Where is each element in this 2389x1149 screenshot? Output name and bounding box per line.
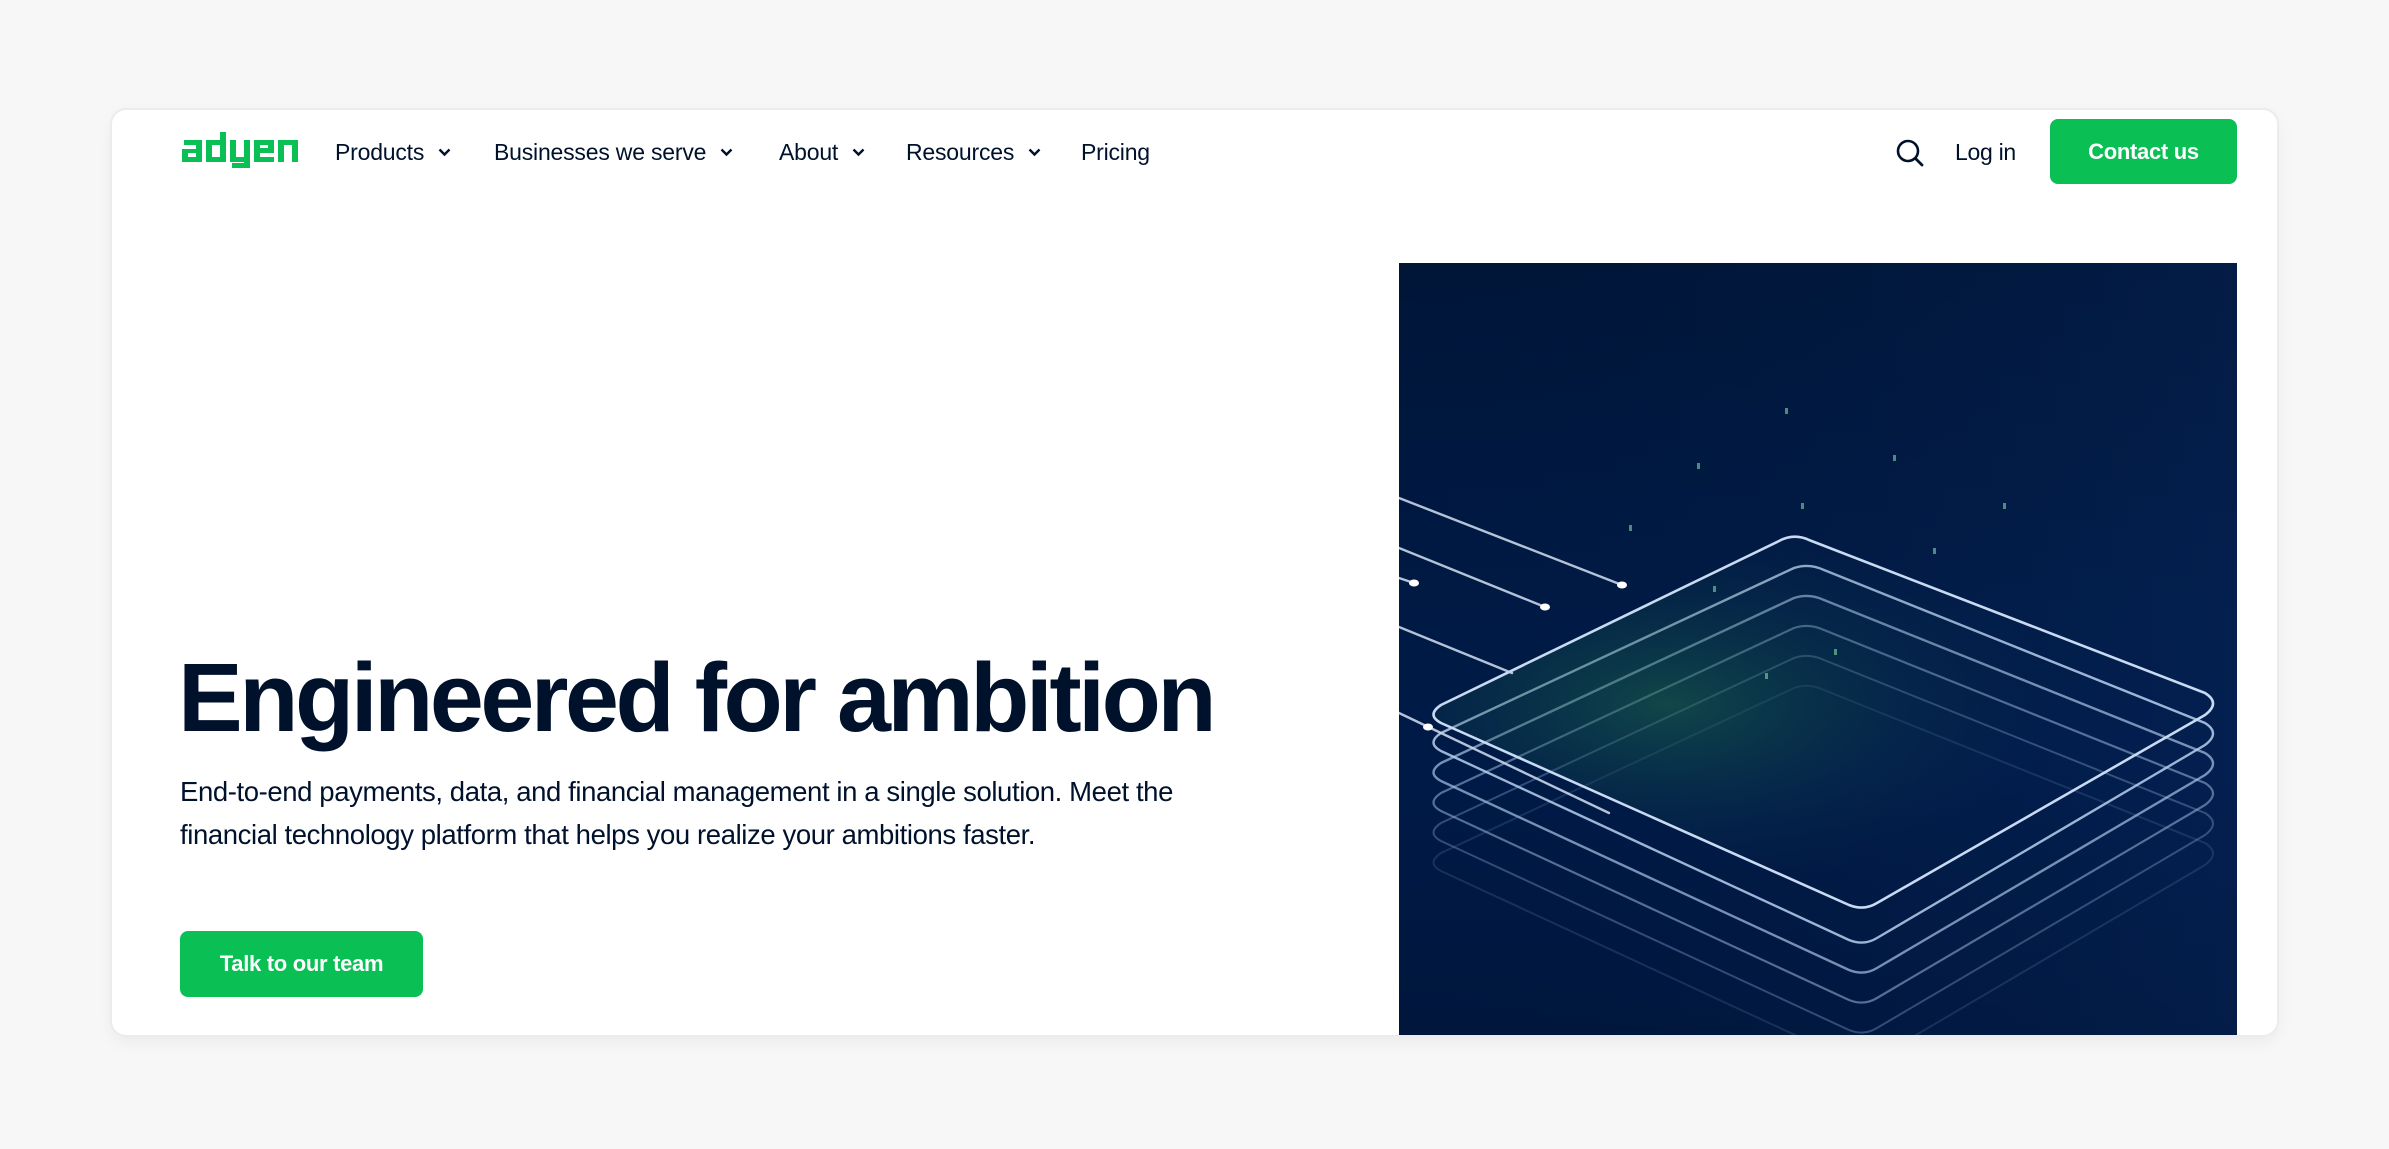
nav-businesses-we-serve[interactable]: Businesses we serve [494,134,733,170]
contact-us-button[interactable]: Contact us [2050,119,2237,184]
nav-about-label: About [779,138,839,165]
chevron-down-icon [720,148,733,156]
hero-card: Products Businesses we serve About Resou… [112,110,2277,1035]
layered-platform-illustration [1399,263,2237,1035]
hero-title: Engineered for ambition [178,643,1217,752]
chevron-down-icon [438,148,451,156]
chevron-down-icon [852,148,865,156]
adyen-logo[interactable] [182,132,304,176]
nav-pricing-label: Pricing [1081,138,1150,165]
nav-businesses-label: Businesses we serve [494,138,707,165]
search-icon[interactable] [1895,138,1925,168]
hero-illustration [1399,263,2237,1035]
nav-pricing[interactable]: Pricing [1081,134,1150,170]
nav-resources[interactable]: Resources [906,134,1041,170]
nav-about[interactable]: About [779,134,865,170]
login-link[interactable]: Log in [1955,134,2016,170]
talk-to-our-team-button[interactable]: Talk to our team [180,931,423,997]
nav-resources-label: Resources [906,138,1015,165]
nav-products[interactable]: Products [335,134,451,170]
nav-products-label: Products [335,138,425,165]
chevron-down-icon [1028,148,1041,156]
hero-subtitle: End-to-end payments, data, and financial… [180,776,1173,850]
adyen-logo-icon [182,132,298,168]
